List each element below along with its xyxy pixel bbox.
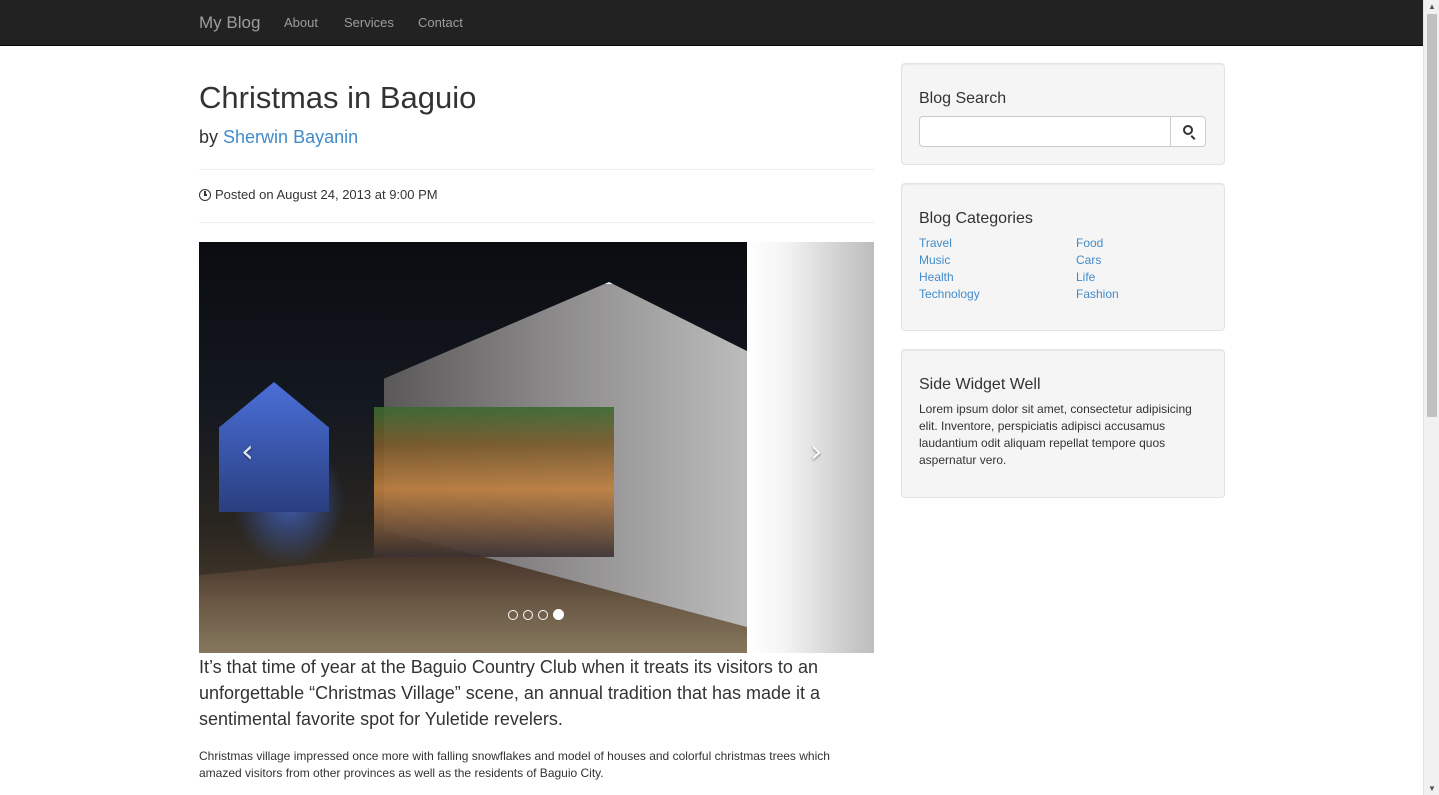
search-well: Blog Search — [901, 63, 1225, 165]
divider — [199, 222, 874, 223]
carousel-indicator[interactable] — [538, 609, 548, 620]
search-well-title: Blog Search — [919, 90, 1007, 107]
category-link-music[interactable]: Music — [919, 253, 950, 267]
category-link-travel[interactable]: Travel — [919, 236, 952, 250]
categories-well: Blog Categories Travel Music Health Tech… — [901, 183, 1225, 331]
nav-contact[interactable]: Contact — [418, 15, 463, 30]
post-date-text: Posted on August 24, 2013 at 9:00 PM — [215, 187, 438, 202]
divider — [199, 169, 874, 170]
scroll-down-arrow-icon[interactable]: ▼ — [1428, 784, 1436, 793]
nav-services[interactable]: Services — [344, 15, 394, 30]
category-link-health[interactable]: Health — [919, 270, 954, 284]
category-link-life[interactable]: Life — [1076, 270, 1095, 284]
carousel-prev-icon[interactable]: ‹ — [241, 432, 254, 470]
scroll-thumb[interactable] — [1427, 14, 1437, 417]
clock-icon — [199, 188, 211, 201]
side-widget-title: Side Widget Well — [919, 376, 1041, 393]
carousel-slide-image — [199, 242, 747, 653]
category-link-fashion[interactable]: Fashion — [1076, 287, 1119, 301]
post-paragraph: Christmas village impressed once more wi… — [199, 749, 830, 780]
search-button[interactable] — [1170, 116, 1206, 147]
post-date: Posted on August 24, 2013 at 9:00 PM — [199, 187, 438, 202]
scroll-up-arrow-icon[interactable]: ▲ — [1428, 2, 1436, 11]
nav-about[interactable]: About — [284, 15, 318, 30]
post-title: Christmas in Baguio — [199, 80, 477, 115]
carousel-indicator[interactable] — [508, 609, 518, 620]
category-link-technology[interactable]: Technology — [919, 287, 980, 301]
category-link-cars[interactable]: Cars — [1076, 253, 1101, 267]
page-scrollbar[interactable]: ▲ ▼ — [1423, 0, 1439, 795]
search-input[interactable] — [919, 116, 1171, 147]
carousel-indicator-active[interactable] — [553, 609, 564, 620]
categories-well-title: Blog Categories — [919, 210, 1033, 227]
post-lead: It’s that time of year at the Baguio Cou… — [199, 657, 821, 729]
side-widget-well: Side Widget Well Lorem ipsum dolor sit a… — [901, 349, 1225, 498]
carousel-indicators — [508, 609, 564, 620]
byline-prefix: by — [199, 127, 219, 147]
post-byline: by Sherwin Bayanin — [199, 127, 358, 148]
carousel-indicator[interactable] — [523, 609, 533, 620]
author-link[interactable]: Sherwin Bayanin — [223, 127, 358, 147]
side-widget-text: Lorem ipsum dolor sit amet, consectetur … — [919, 402, 1192, 467]
category-link-food[interactable]: Food — [1076, 236, 1103, 250]
image-carousel: ‹ › — [199, 242, 874, 653]
carousel-next-icon[interactable]: › — [810, 432, 823, 470]
brand-link[interactable]: My Blog — [199, 13, 260, 33]
search-icon — [1183, 125, 1193, 135]
navbar: My Blog About Services Contact — [0, 0, 1423, 46]
